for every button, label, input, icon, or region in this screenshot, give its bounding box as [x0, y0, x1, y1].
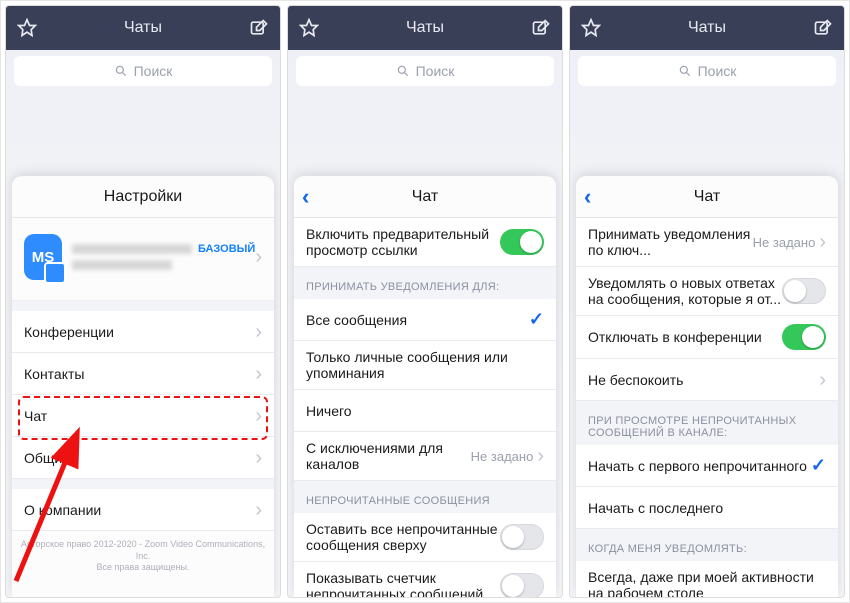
- section-header: ПРИ ПРОСМОТРЕ НЕПРОЧИТАННЫХ СООБЩЕНИЙ В …: [576, 401, 838, 445]
- check-icon: ✓: [811, 455, 826, 476]
- chevron-right-icon: ›: [255, 322, 262, 342]
- search-icon: [678, 64, 692, 78]
- compose-icon[interactable]: [530, 17, 552, 39]
- row-always-active[interactable]: Всегда, даже при моей активности на рабо…: [576, 561, 838, 597]
- toggle-link-preview[interactable]: [500, 229, 544, 255]
- settings-sheet: Настройки MS БАЗОВЫЙ › Конфе: [12, 176, 274, 597]
- account-text: БАЗОВЫЙ: [72, 241, 255, 273]
- row-keywords[interactable]: Принимать уведомления по ключ... Не зада…: [576, 218, 838, 267]
- screen-settings: Чаты Поиск Настройки MS БАЗОВЫЙ: [5, 5, 281, 598]
- section-header: КОГДА МЕНЯ УВЕДОМЛЯТЬ:: [576, 529, 838, 561]
- row-unread-top[interactable]: Оставить все непрочитанные сообщения све…: [294, 513, 556, 562]
- search-icon: [396, 64, 410, 78]
- row-mute-conf[interactable]: Отключать в конференции: [576, 316, 838, 359]
- topbar: Чаты: [288, 6, 562, 50]
- row-notify-all[interactable]: Все сообщения ✓: [294, 299, 556, 341]
- topbar: Чаты: [570, 6, 844, 50]
- row-notify-dm[interactable]: Только личные сообщения или упоминания: [294, 341, 556, 390]
- chat-sheet: ‹ Чат Принимать уведомления по ключ... Н…: [576, 176, 838, 597]
- sheet-title: Чат: [694, 188, 721, 206]
- row-start-first[interactable]: Начать с первого непрочитанного ✓: [576, 445, 838, 487]
- chevron-right-icon: ›: [255, 406, 262, 426]
- topbar: Чаты: [6, 6, 280, 50]
- sheet-title: Настройки: [104, 188, 182, 206]
- row-replies[interactable]: Уведомлять о новых ответах на сообщения,…: [576, 267, 838, 316]
- menu-chat[interactable]: Чат ›: [12, 395, 274, 437]
- chevron-right-icon: ›: [537, 446, 544, 466]
- star-icon[interactable]: [16, 17, 38, 39]
- account-email-redacted: [72, 260, 172, 270]
- chevron-right-icon: ›: [255, 500, 262, 520]
- sheet-header: ‹ Чат: [294, 176, 556, 218]
- search-placeholder: Поиск: [134, 63, 173, 79]
- copyright: Авторское право 2012-2020 - Zoom Video C…: [12, 531, 274, 582]
- row-dnd[interactable]: Не беспокоить ›: [576, 359, 838, 401]
- section-header: ПРИНИМАТЬ УВЕДОМЛЕНИЯ ДЛЯ:: [294, 267, 556, 299]
- toggle-unread-badge[interactable]: [500, 573, 544, 597]
- topbar-title: Чаты: [38, 19, 248, 37]
- chat-sheet: ‹ Чат Включить предварительный просмотр …: [294, 176, 556, 597]
- chevron-right-icon: ›: [255, 448, 262, 468]
- toggle-unread-top[interactable]: [500, 524, 544, 550]
- chevron-right-icon: ›: [255, 364, 262, 384]
- search-input[interactable]: Поиск: [14, 56, 272, 86]
- compose-icon[interactable]: [248, 17, 270, 39]
- sheet-header: ‹ Чат: [576, 176, 838, 218]
- row-start-last[interactable]: Начать с последнего: [576, 487, 838, 529]
- back-button[interactable]: ‹: [584, 176, 591, 217]
- topbar-title: Чаты: [320, 19, 530, 37]
- plan-badge: БАЗОВЫЙ: [198, 243, 255, 255]
- row-notify-none[interactable]: Ничего: [294, 390, 556, 432]
- section-header: НЕПРОЧИТАННЫЕ СООБЩЕНИЯ: [294, 481, 556, 513]
- menu-contacts[interactable]: Контакты ›: [12, 353, 274, 395]
- topbar-title: Чаты: [602, 19, 812, 37]
- chevron-right-icon: ›: [819, 232, 826, 252]
- sheet-header: Настройки: [12, 176, 274, 218]
- chevron-right-icon: ›: [255, 247, 262, 267]
- screen-chat-settings-2: Чаты Поиск ‹ Чат Принимать уведомления п…: [569, 5, 845, 598]
- row-unread-badge[interactable]: Показывать счетчик непрочитанных сообщен…: [294, 562, 556, 597]
- star-icon[interactable]: [580, 17, 602, 39]
- toggle-mute-conf[interactable]: [782, 324, 826, 350]
- search-input[interactable]: Поиск: [578, 56, 836, 86]
- account-name-redacted: [72, 244, 192, 254]
- check-icon: ✓: [529, 309, 544, 330]
- search-icon: [114, 64, 128, 78]
- toggle-replies[interactable]: [782, 278, 826, 304]
- star-icon[interactable]: [298, 17, 320, 39]
- menu-general[interactable]: Общие ›: [12, 437, 274, 479]
- sheet-title: Чат: [412, 188, 439, 206]
- menu-about[interactable]: О компании ›: [12, 489, 274, 531]
- menu-conferences[interactable]: Конференции ›: [12, 311, 274, 353]
- row-notify-except[interactable]: С исключениями для каналов Не задано ›: [294, 432, 556, 481]
- search-input[interactable]: Поиск: [296, 56, 554, 86]
- row-link-preview[interactable]: Включить предварительный просмотр ссылки: [294, 218, 556, 267]
- chevron-right-icon: ›: [819, 370, 826, 390]
- avatar: MS: [24, 234, 62, 280]
- search-placeholder: Поиск: [698, 63, 737, 79]
- compose-icon[interactable]: [812, 17, 834, 39]
- account-row[interactable]: MS БАЗОВЫЙ ›: [12, 218, 274, 301]
- back-button[interactable]: ‹: [302, 176, 309, 217]
- screen-chat-settings-1: Чаты Поиск ‹ Чат Включить предварительны…: [287, 5, 563, 598]
- search-placeholder: Поиск: [416, 63, 455, 79]
